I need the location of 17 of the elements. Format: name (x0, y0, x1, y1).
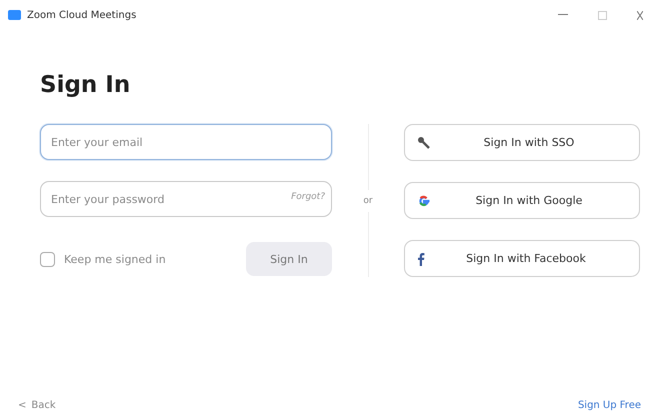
minimize-icon[interactable] (558, 14, 568, 16)
window-title: Zoom Cloud Meetings (27, 10, 136, 20)
sign-up-link[interactable]: Sign Up Free (578, 400, 641, 411)
provider-sign-in-button[interactable]: Sign In with Facebook (404, 240, 640, 277)
close-icon[interactable] (637, 10, 643, 20)
email-field[interactable]: Enter your email (40, 124, 332, 160)
sign-in-heading: Sign In (40, 72, 130, 98)
key-icon (417, 136, 431, 150)
provider-sign-in-button[interactable]: Sign In with SSO (404, 124, 640, 161)
back-link[interactable]: < Back (18, 400, 56, 411)
forgot-link[interactable]: Forgot? (291, 192, 325, 202)
checkbox[interactable] (40, 252, 55, 266)
facebook-icon (417, 252, 425, 266)
google-icon (417, 194, 431, 208)
or-separator: or (363, 194, 373, 208)
provider-sign-in-button[interactable]: Sign In with Google (404, 182, 640, 219)
checkbox-label: Keep me signed in (64, 252, 166, 266)
